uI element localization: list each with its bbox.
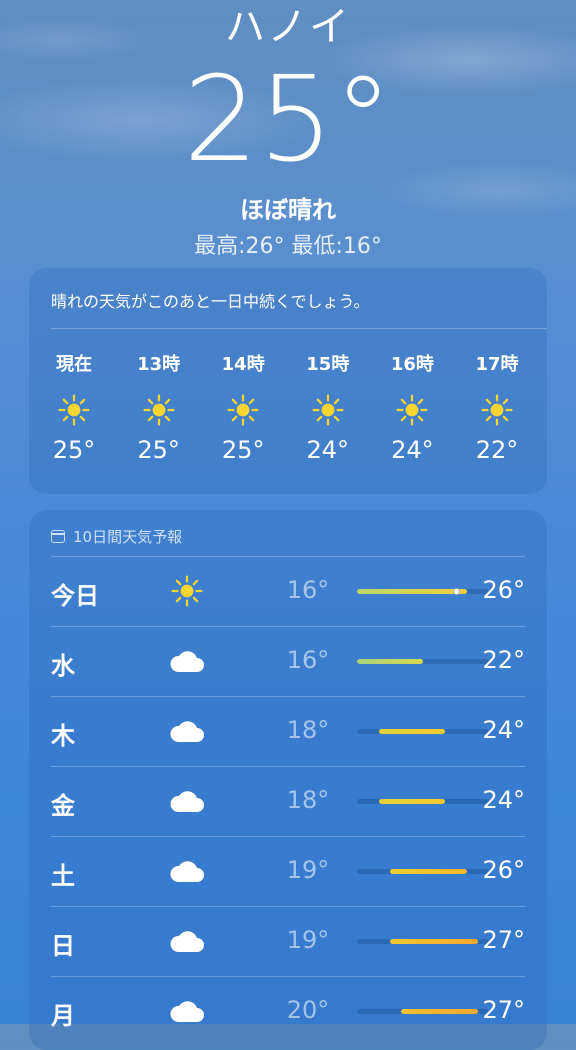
hour-label: 13時 — [137, 354, 181, 375]
daily-forecast-header: 10日間天気予報 — [51, 526, 182, 547]
day-label: 金 — [51, 792, 75, 820]
temperature-range-bar — [379, 729, 445, 734]
divider — [51, 556, 525, 557]
cloud-icon — [169, 784, 205, 818]
temperature-range-track — [357, 659, 489, 664]
low-temperature: 19° — [286, 856, 330, 884]
hourly-item: 16時 24° — [372, 350, 452, 464]
day-label: 水 — [51, 652, 75, 680]
daily-row[interactable]: 土 19° 26° — [51, 836, 525, 906]
day-label: 月 — [51, 1002, 75, 1030]
city-name: ハノイ — [225, 4, 351, 50]
sun-icon — [119, 392, 199, 428]
hour-temperature: 22° — [475, 436, 519, 464]
day-label: 土 — [51, 862, 75, 890]
divider — [51, 696, 525, 697]
temperature-range-track — [357, 729, 489, 734]
sun-icon — [457, 392, 537, 428]
divider — [51, 976, 525, 977]
low-temperature: 16° — [286, 646, 330, 674]
daily-forecast-card[interactable]: 10日間天気予報 今日 16° 26° 水 16° 22° 木 18° 24° … — [29, 510, 547, 1050]
temperature-range-track — [357, 1009, 489, 1014]
temperature-range-bar — [390, 869, 467, 874]
high-temperature: 27° — [482, 996, 525, 1024]
forecast-summary: 晴れの天気がこのあと一日中続くでしょう。 — [51, 292, 370, 311]
high-temperature: 26° — [482, 856, 525, 884]
high-temperature: 26° — [482, 576, 525, 604]
low-temperature: 19° — [286, 926, 330, 954]
divider — [51, 766, 525, 767]
temperature-range-bar — [357, 589, 467, 594]
hour-label: 14時 — [221, 354, 265, 375]
temperature-range-track — [357, 939, 489, 944]
sun-icon — [288, 392, 368, 428]
daily-row[interactable]: 日 19° 27° — [51, 906, 525, 976]
hour-label: 16時 — [390, 354, 434, 375]
divider — [51, 836, 525, 837]
cloud-icon — [169, 994, 205, 1028]
high-temperature: 22° — [482, 646, 525, 674]
divider — [51, 626, 525, 627]
sun-icon — [169, 574, 205, 608]
hourly-item: 17時 22° — [457, 350, 537, 464]
temperature-range-bar — [401, 1009, 478, 1014]
condition-text: ほぼ晴れ — [240, 196, 336, 224]
sun-icon — [34, 392, 114, 428]
hour-temperature: 24° — [306, 436, 350, 464]
current-temp-dot — [453, 588, 460, 595]
high-temperature: 27° — [482, 926, 525, 954]
sun-icon — [203, 392, 283, 428]
current-temperature: 25° — [183, 50, 393, 188]
daily-forecast-title: 10日間天気予報 — [73, 528, 183, 546]
hour-label: 現在 — [56, 354, 92, 375]
hour-label: 17時 — [475, 354, 519, 375]
temperature-range-track — [357, 869, 489, 874]
temperature-range-bar — [379, 799, 445, 804]
divider — [51, 906, 525, 907]
hour-temperature: 25° — [137, 436, 180, 464]
daily-row[interactable]: 木 18° 24° — [51, 696, 525, 766]
high-low-text: 最高:26° 最低:16° — [194, 234, 382, 259]
hour-label: 15時 — [306, 354, 350, 375]
hour-temperature: 25° — [221, 436, 265, 464]
hourly-item: 13時 25° — [119, 350, 199, 464]
hourly-item: 14時 25° — [203, 350, 283, 464]
temperature-range-bar — [357, 659, 423, 664]
hour-temperature: 25° — [52, 436, 96, 464]
low-temperature: 20° — [286, 996, 330, 1024]
cloud-icon — [169, 854, 205, 888]
temperature-range-track — [357, 588, 489, 595]
hour-temperature: 24° — [391, 436, 434, 464]
daily-row[interactable]: 水 16° 22° — [51, 626, 525, 696]
hourly-item: 現在 25° — [34, 350, 114, 464]
high-temperature: 24° — [482, 716, 525, 744]
calendar-icon — [51, 530, 65, 543]
hourly-forecast-card[interactable]: 晴れの天気がこのあと一日中続くでしょう。 現在 25° 13時 25° 14時 25… — [29, 268, 547, 494]
sun-icon — [372, 392, 452, 428]
day-label: 日 — [51, 932, 75, 960]
temperature-range-track — [357, 799, 489, 804]
daily-row[interactable]: 今日 16° 26° — [51, 556, 525, 626]
daily-row[interactable]: 金 18° 24° — [51, 766, 525, 836]
low-temperature: 18° — [286, 786, 330, 814]
low-temperature: 18° — [286, 716, 330, 744]
high-temperature: 24° — [482, 786, 525, 814]
cloud-icon — [169, 644, 205, 678]
divider — [51, 328, 547, 329]
cloud-icon — [169, 924, 205, 958]
day-label: 今日 — [51, 582, 99, 610]
low-temperature: 16° — [286, 576, 330, 604]
hourly-item: 15時 24° — [288, 350, 368, 464]
temperature-range-bar — [390, 939, 478, 944]
cloud-icon — [169, 714, 205, 748]
daily-row[interactable]: 月 20° 27° — [51, 976, 525, 1046]
day-label: 木 — [51, 722, 75, 750]
